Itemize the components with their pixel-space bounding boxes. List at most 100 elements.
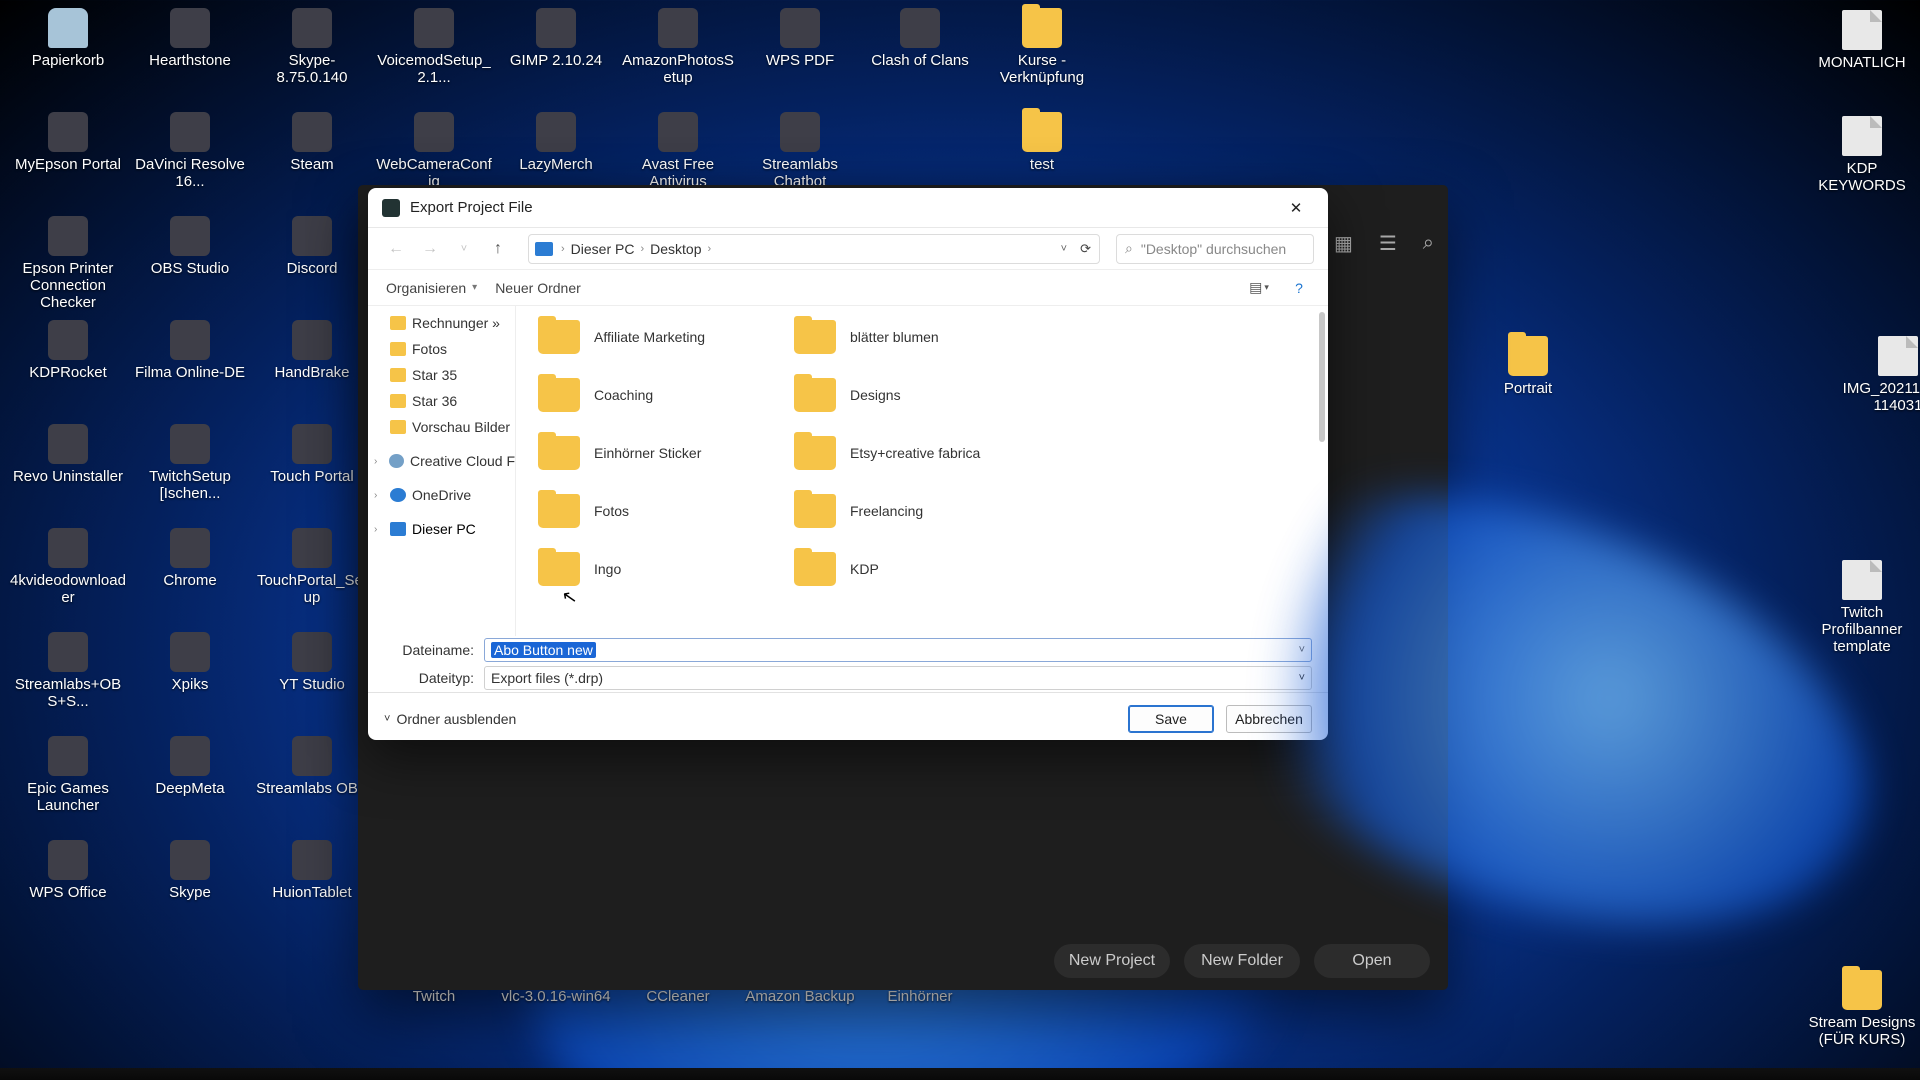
organize-menu[interactable]: Organisieren▾ [386, 280, 477, 296]
chevron-down-icon[interactable]: ˅ [1299, 644, 1305, 656]
desktop-icon[interactable]: Streamlabs+OBS+S... [10, 632, 126, 710]
pm-view-grid-icon[interactable]: ▦ [1334, 231, 1353, 256]
file-item[interactable]: Einhörner Sticker [538, 424, 705, 482]
desktop-icon[interactable]: MONATLICH [1804, 10, 1920, 71]
desktop-icon[interactable]: Papierkorb [10, 8, 126, 69]
filetype-select[interactable]: Export files (*.drp) ˅ [484, 666, 1312, 690]
hide-folders-toggle[interactable]: ˅ Ordner ausblenden [384, 711, 516, 727]
refresh-button[interactable]: ⟳ [1080, 241, 1091, 257]
view-options-button[interactable]: ▤▾ [1248, 277, 1270, 299]
desktop-icon-label: YT Studio [254, 676, 370, 693]
desktop-icon[interactable]: AmazonPhotosSetup [620, 8, 736, 86]
desktop-icon[interactable]: YT Studio [254, 632, 370, 693]
file-item-label: Ingo [594, 561, 621, 577]
nav-recent-dropdown[interactable]: ˅ [450, 235, 478, 263]
desktop-icon[interactable]: Discord [254, 216, 370, 277]
file-item[interactable]: KDP [794, 540, 980, 598]
file-item[interactable]: Fotos [538, 482, 705, 540]
desktop-icon[interactable]: Epic Games Launcher [10, 736, 126, 814]
desktop-icon[interactable]: HandBrake [254, 320, 370, 381]
desktop-icon[interactable]: LazyMerch [498, 112, 614, 173]
search-input[interactable]: ⌕ "Desktop" durchsuchen [1116, 234, 1314, 264]
desktop-icon[interactable]: Filma Online-DE [132, 320, 248, 381]
file-list[interactable]: Affiliate MarketingCoachingEinhörner Sti… [516, 306, 1328, 636]
navigation-tree[interactable]: Rechnunger »FotosStar 35Star 36Vorschau … [368, 306, 516, 636]
desktop-icon[interactable]: Streamlabs Chatbot [742, 112, 858, 190]
cancel-button[interactable]: Abbrechen [1226, 705, 1312, 733]
desktop-icon[interactable]: DeepMeta [132, 736, 248, 797]
tree-item[interactable]: Star 36 [368, 388, 515, 414]
tree-item[interactable]: ›OneDrive [368, 482, 515, 508]
breadcrumb-bar[interactable]: › Dieser PC › Desktop › ˅ ⟳ [528, 234, 1100, 264]
tree-item[interactable]: Vorschau Bilder [368, 414, 515, 440]
desktop-icon[interactable]: WPS PDF [742, 8, 858, 69]
desktop-icon[interactable]: WPS Office [10, 840, 126, 901]
nav-forward-button[interactable]: → [416, 235, 444, 263]
nav-up-button[interactable]: ↑ [484, 235, 512, 263]
desktop-icon[interactable]: MyEpson Portal [10, 112, 126, 173]
pm-new-project-button[interactable]: New Project [1054, 944, 1170, 978]
breadcrumb-leaf[interactable]: Desktop [650, 241, 701, 257]
tree-item[interactable]: Star 35 [368, 362, 515, 388]
pm-view-list-icon[interactable]: ☰ [1379, 231, 1397, 256]
desktop-icon[interactable]: IMG_20211020_114031 [1840, 336, 1920, 414]
new-folder-button[interactable]: Neuer Ordner [495, 280, 581, 296]
filename-input[interactable]: Abo Button new ˅ [484, 638, 1312, 662]
desktop-icon[interactable]: OBS Studio [132, 216, 248, 277]
desktop-icon[interactable]: Revo Uninstaller [10, 424, 126, 485]
file-item[interactable]: Etsy+creative fabrica [794, 424, 980, 482]
desktop-icon[interactable]: Portrait [1470, 336, 1586, 397]
desktop-icon[interactable]: test [984, 112, 1100, 173]
chevron-down-icon[interactable]: ˅ [1299, 672, 1305, 684]
pm-search-icon[interactable]: ⌕ [1423, 232, 1434, 255]
desktop-icon[interactable]: Epson Printer Connection Checker [10, 216, 126, 311]
breadcrumb-root[interactable]: Dieser PC [571, 241, 635, 257]
tree-item[interactable]: ›Dieser PC [368, 516, 515, 542]
file-item[interactable]: Coaching [538, 366, 705, 424]
file-item[interactable]: Ingo [538, 540, 705, 598]
desktop-icon[interactable]: DaVinci Resolve 16... [132, 112, 248, 190]
desktop-icon[interactable]: Streamlabs OBS [254, 736, 370, 797]
desktop-icon[interactable]: WebCameraConfig [376, 112, 492, 190]
desktop-icon[interactable]: Kurse - Verknüpfung [984, 8, 1100, 86]
tree-item[interactable]: ›Creative Cloud F [368, 448, 515, 474]
pm-new-folder-button[interactable]: New Folder [1184, 944, 1300, 978]
desktop-icon[interactable]: Hearthstone [132, 8, 248, 69]
chevron-right-icon[interactable]: › [374, 490, 384, 501]
file-item[interactable]: blätter blumen [794, 308, 980, 366]
desktop-icon[interactable]: Skype [132, 840, 248, 901]
desktop-icon[interactable]: VoicemodSetup_2.1... [376, 8, 492, 86]
desktop-icon[interactable]: 4kvideodownloader [10, 528, 126, 606]
desktop-icon[interactable]: GIMP 2.10.24 [498, 8, 614, 69]
tree-item[interactable]: Rechnunger » [368, 310, 515, 336]
desktop-icon[interactable]: Avast Free Antivirus [620, 112, 736, 190]
file-item[interactable]: Freelancing [794, 482, 980, 540]
chevron-right-icon[interactable]: › [374, 456, 383, 467]
desktop-icon[interactable]: KDP KEYWORDS [1804, 116, 1920, 194]
desktop-icon[interactable]: Chrome [132, 528, 248, 589]
desktop-icon[interactable]: KDPRocket [10, 320, 126, 381]
desktop-icon[interactable]: TouchPortal_Setup [254, 528, 370, 606]
file-item[interactable]: Affiliate Marketing [538, 308, 705, 366]
desktop-icon[interactable]: Clash of Clans [862, 8, 978, 69]
desktop-icon[interactable]: HuionTablet [254, 840, 370, 901]
desktop-icon[interactable]: Touch Portal [254, 424, 370, 485]
close-button[interactable]: ✕ [1274, 193, 1318, 223]
folder-icon [794, 436, 836, 470]
desktop-icon[interactable]: Twitch Profilbanner template [1804, 560, 1920, 655]
taskbar[interactable] [0, 1068, 1920, 1080]
desktop-icon[interactable]: Stream Designs (FÜR KURS) [1804, 970, 1920, 1048]
scrollbar[interactable] [1319, 312, 1325, 442]
file-item[interactable]: Designs [794, 366, 980, 424]
pm-open-button[interactable]: Open [1314, 944, 1430, 978]
chevron-right-icon[interactable]: › [374, 524, 384, 535]
desktop-icon[interactable]: TwitchSetup [Ischen... [132, 424, 248, 502]
save-button[interactable]: Save [1128, 705, 1214, 733]
help-button[interactable]: ? [1288, 277, 1310, 299]
desktop-icon[interactable]: Steam [254, 112, 370, 173]
tree-item[interactable]: Fotos [368, 336, 515, 362]
nav-back-button[interactable]: ← [382, 235, 410, 263]
desktop-icon[interactable]: Skype-8.75.0.140 [254, 8, 370, 86]
breadcrumb-history-dropdown[interactable]: ˅ [1061, 243, 1067, 255]
desktop-icon[interactable]: Xpiks [132, 632, 248, 693]
